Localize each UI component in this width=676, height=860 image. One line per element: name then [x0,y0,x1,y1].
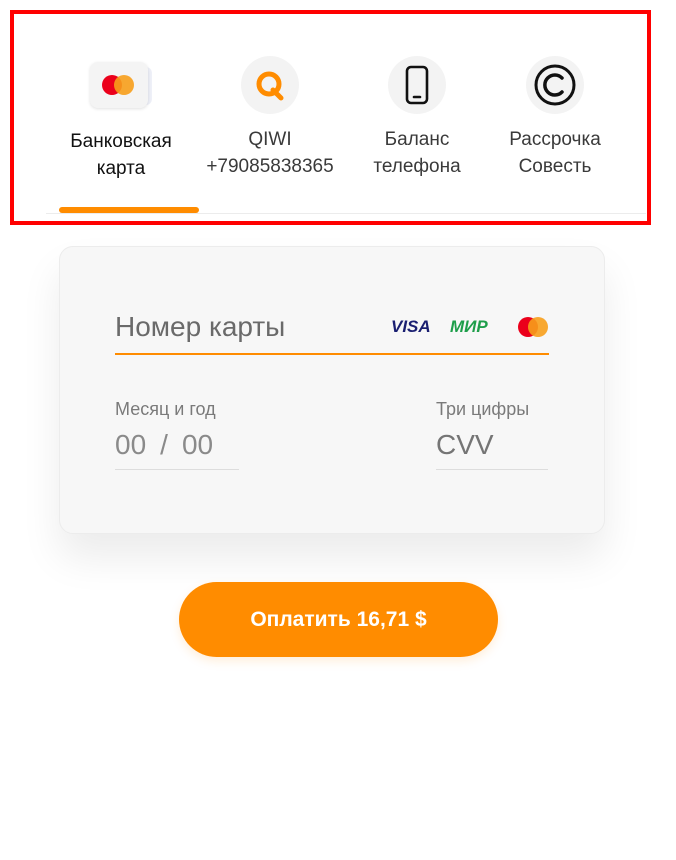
payment-method-tabs: Банковская карта QIWI +79085838365 Балан… [46,50,646,214]
expiry-label: Месяц и год [115,399,216,419]
visa-logo: VISA [391,317,431,336]
mastercard-icon [515,315,551,344]
smartphone-icon [388,56,446,114]
tab-qiwi[interactable]: QIWI +79085838365 [195,50,345,214]
tab-label-sovest: Рассрочка Совесть [509,129,601,177]
bank-card-icon [90,62,152,110]
expiry-separator: / [160,429,168,460]
tab-label-bank-card: Банковская карта [70,131,172,179]
expiry-underline [115,469,239,470]
pay-button[interactable]: Оплатить 16,71 $ [179,582,498,657]
cvv-input[interactable] [436,427,548,463]
tab-label-phone-balance: Баланс телефона [373,129,461,177]
tabs-divider [46,213,646,214]
mir-logo: МИР [450,317,488,336]
cvv-label: Три цифры [436,399,530,419]
qiwi-icon [241,56,299,114]
tab-phone-balance[interactable]: Баланс телефона [342,50,492,214]
card-number-input[interactable] [115,307,375,347]
tab-bank-card[interactable]: Банковская карта [46,50,196,214]
card-number-field: VISA МИР [115,307,549,355]
card-form: VISA МИР Месяц и год 00 / 00 Три цифры [59,246,605,534]
expiry-year-placeholder: 00 [181,429,214,460]
expiry-input[interactable]: 00 / 00 [115,427,239,463]
expiry-month-placeholder: 00 [115,429,147,460]
tab-label-qiwi: QIWI +79085838365 [206,129,334,177]
sovest-icon [526,56,584,114]
tab-sovest[interactable]: Рассрочка Совесть [480,50,630,214]
cvv-underline [436,469,548,470]
